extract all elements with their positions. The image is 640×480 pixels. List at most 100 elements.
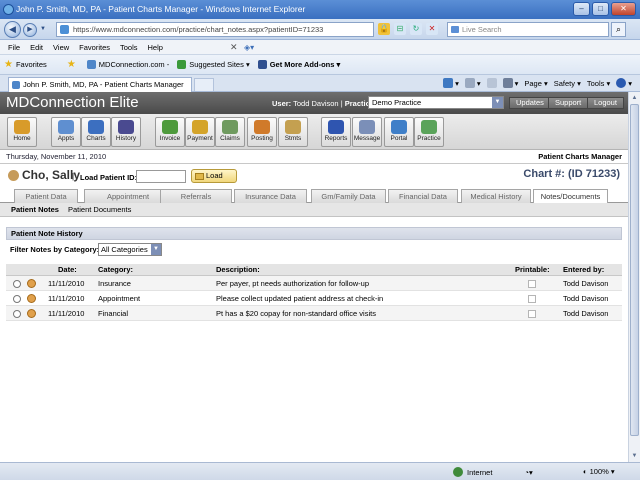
feeds-icon[interactable]: ▾ [464,78,481,88]
menu-favorites[interactable]: Favorites [79,43,110,52]
logout-button[interactable]: Logout [587,97,624,109]
zoom-level[interactable]: ◐ 100% ▾ [583,467,615,476]
toolbar-message-button[interactable]: Message [352,117,382,147]
cell-description: Per payer, pt needs authorization for fo… [216,279,370,288]
search-button[interactable]: ⌕ [611,22,626,37]
browser-tab-active[interactable]: John P. Smith, MD, PA - Patient Charts M… [8,77,192,92]
scroll-down-icon[interactable]: ▼ [630,451,639,461]
tab-financial-data[interactable]: Financial Data [388,189,458,203]
tools-menu[interactable]: Tools ▾ [587,79,610,88]
close-toolbar-icon[interactable]: ✕ [230,42,238,53]
refresh-icon[interactable]: ↻ [410,23,422,35]
home-icon[interactable]: ▾ [443,78,459,88]
tab-insurance-data[interactable]: Insurance Data [234,189,307,203]
table-row[interactable]: 11/11/2010 Financial Pt has a $20 copay fo… [6,306,622,321]
toolbar-appts-button[interactable]: Appts [51,117,81,147]
notes-subtabs: Patient Notes Patient Documents [0,203,628,217]
lock-icon[interactable]: 🔒 [378,23,390,35]
tab-medical-history[interactable]: Medical History [461,189,531,203]
url-text: https://www.mdconnection.com/practice/ch… [73,25,324,34]
toolbar-reports-button[interactable]: Reports [321,117,351,147]
printable-checkbox[interactable] [528,310,536,318]
compatibility-icon[interactable]: ⊟ [394,23,406,35]
chart-number: Chart #: (ID 71233) [523,168,620,180]
toolbar-portal-button[interactable]: Portal [384,117,414,147]
toolbar-stmts-button[interactable]: Stmts [278,117,308,147]
row-select-radio[interactable] [13,280,21,288]
updates-button[interactable]: Updates [509,97,551,109]
safety-menu[interactable]: Safety ▾ [554,79,581,88]
fav-suggested-sites[interactable]: Suggested Sites ▾ [177,60,250,69]
vertical-scrollbar[interactable]: ▲ ▼ [628,92,640,462]
patient-id-input[interactable] [136,170,186,183]
toolbar-label: Appts [57,135,75,142]
practice-select[interactable]: Demo Practice ▼ [368,96,504,109]
close-window-button[interactable]: ✕ [611,2,636,16]
ie-logo-icon [3,4,14,15]
protected-mode-icon[interactable]: ◔▾ [524,468,532,477]
note-icon[interactable] [27,309,36,318]
maximize-button[interactable]: □ [592,2,609,16]
menu-view[interactable]: View [53,43,69,52]
toolbar-claims-button[interactable]: Claims [215,117,245,147]
table-row[interactable]: 11/11/2010 Appointment Please collect upda… [6,291,622,306]
page-menu[interactable]: Page ▾ [524,79,547,88]
dropdown-arrow-icon: ▼ [492,97,503,108]
support-button[interactable]: Support [548,97,589,109]
row-select-radio[interactable] [13,295,21,303]
help-icon[interactable]: ▾ [616,78,632,88]
back-button[interactable]: ◀ [4,21,21,38]
toolbar-payment-button[interactable]: Payment [185,117,215,147]
reports-icon [328,120,344,134]
favorites-button[interactable]: ★ Favorites [4,59,47,70]
toolbar-posting-button[interactable]: Posting [247,117,277,147]
toolbar-charts-button[interactable]: Charts [81,117,111,147]
fav-mdconnection[interactable]: MDConnection.com - [86,60,169,69]
note-icon[interactable] [27,294,36,303]
toolbar-home-button[interactable]: Home [7,117,37,147]
scroll-thumb[interactable] [630,104,639,436]
mail-icon[interactable] [486,78,497,88]
tab-patient-data[interactable]: Patient Data [14,189,78,203]
category-filter-select[interactable]: All Categories ▼ [98,243,162,256]
menu-file[interactable]: File [8,43,20,52]
fav-get-addons[interactable]: Get More Add-ons ▾ [257,60,340,69]
new-tab-button[interactable] [194,78,214,91]
toolbar-invoice-button[interactable]: Invoice [155,117,185,147]
menu-tools[interactable]: Tools [120,43,138,52]
date-line: Thursday, November 11, 2010 Patient Char… [0,150,628,164]
menu-edit[interactable]: Edit [30,43,43,52]
add-favorite-button[interactable]: ★ [67,59,79,70]
scroll-up-icon[interactable]: ▲ [630,93,639,103]
subtab-patient-documents[interactable]: Patient Documents [68,203,131,217]
minimize-button[interactable]: – [573,2,590,16]
toolbar-label: Posting [251,135,273,142]
tab-appointment[interactable]: Appointment [84,189,172,203]
tab-referrals[interactable]: Referrals [160,189,232,203]
history-dropdown-icon[interactable]: ▼ [40,26,46,32]
window-title: John P. Smith, MD, PA - Patient Charts M… [16,4,306,14]
tab-notes-documents[interactable]: Notes/Documents [533,189,608,204]
forward-button[interactable]: ▶ [23,23,37,37]
user-line: User: Todd Davison | Practice: [272,99,377,108]
print-icon[interactable]: ▾ [502,78,518,88]
stop-icon[interactable]: ✕ [426,23,438,35]
security-zone[interactable]: Internet ◔▾ [453,467,533,477]
table-row[interactable]: 11/11/2010 Insurance Per payer, pt needs a… [6,276,622,291]
note-icon[interactable] [27,279,36,288]
tab-gm-family-data[interactable]: Gm/Family Data [311,189,386,203]
cell-entered-by: Todd Davison [563,279,609,288]
subtab-patient-notes[interactable]: Patient Notes [11,203,59,217]
toolbar-history-button[interactable]: History [111,117,141,147]
printable-checkbox[interactable] [528,295,536,303]
printable-checkbox[interactable] [528,280,536,288]
col-description: Description: [216,265,260,274]
add-on-icon[interactable]: ◈▾ [244,43,254,52]
load-button[interactable]: Load [191,169,237,183]
toolbar-practice-button[interactable]: Practice [414,117,444,147]
menu-help[interactable]: Help [148,43,163,52]
cell-description: Please collect updated patient address a… [216,294,384,303]
url-field[interactable]: https://www.mdconnection.com/practice/ch… [56,22,374,37]
row-select-radio[interactable] [13,310,21,318]
search-input[interactable]: Live Search [447,22,609,37]
